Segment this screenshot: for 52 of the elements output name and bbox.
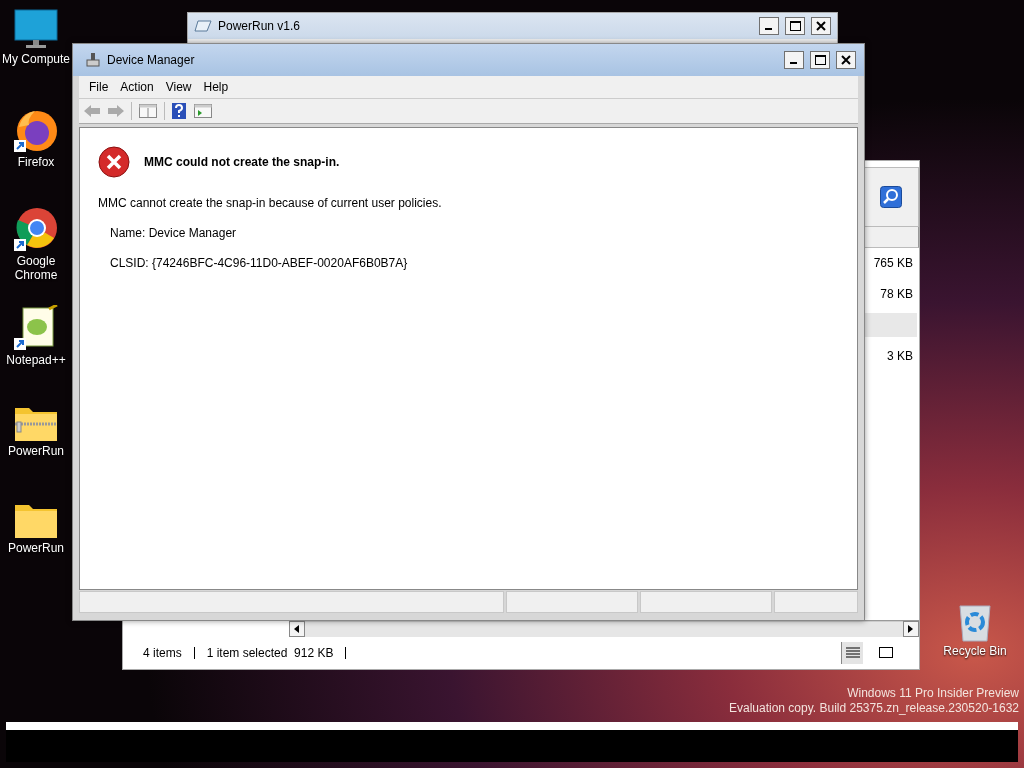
right-arrow-icon[interactable] (908, 625, 914, 633)
watermark-text: Evaluation copy. Build 25375.zn_release.230520-1632 (729, 701, 1019, 716)
window-title: PowerRun v1.6 (218, 19, 302, 33)
maximize-icon (789, 21, 801, 31)
details-view-button[interactable] (841, 642, 863, 664)
close-button[interactable] (836, 51, 856, 69)
menu-item[interactable]: View (159, 78, 198, 96)
error-icon (98, 146, 130, 178)
status-text: 4 items (143, 646, 182, 660)
menu-item[interactable]: File (83, 78, 115, 96)
desktop-icon-label[interactable]: PowerRun (8, 541, 64, 555)
desktop-icon-label[interactable]: Google Chrome (1, 254, 71, 282)
close-icon (816, 21, 826, 31)
error-detail: Name: Device Manager (110, 226, 238, 240)
close-button[interactable] (811, 17, 831, 35)
window-title: Device Manager (107, 53, 196, 67)
minimize-button[interactable] (759, 17, 779, 35)
error-detail: CLSID: {74246BFC-4C96-11D0-ABEF-0020AF6B0B7A} (110, 256, 409, 270)
desktop-icon-label[interactable]: Recycle Bin (943, 644, 1007, 658)
menu-item[interactable]: Help (197, 78, 235, 96)
minimize-button[interactable] (784, 51, 804, 69)
action-pane-icon[interactable] (193, 103, 213, 119)
size-cell[interactable]: 765 KB (865, 251, 917, 275)
menu-item[interactable]: Action (114, 78, 160, 96)
desktop-icon-label[interactable]: Firefox (17, 155, 55, 169)
app-icon (194, 20, 212, 32)
size-cell[interactable] (865, 313, 917, 337)
device-icon (85, 52, 101, 68)
desktop-icon-label[interactable]: Notepad++ (6, 353, 66, 367)
status-text: 1 item selected 912 KB (206, 646, 334, 660)
window-icon (879, 647, 893, 659)
chrome-icon[interactable] (13, 206, 59, 252)
error-message: MMC cannot create the snap-in because of current user policies. (98, 196, 443, 210)
close-icon (841, 55, 851, 65)
size-cell[interactable]: 3 KB (865, 344, 917, 368)
list-icon (845, 647, 860, 659)
maximize-icon (814, 55, 826, 65)
recycle-bin-icon[interactable] (957, 602, 993, 642)
maximize-button[interactable] (810, 51, 830, 69)
size-cell[interactable]: 78 KB (865, 282, 917, 306)
watermark-text: Windows 11 Pro Insider Preview (847, 686, 1019, 701)
help-icon[interactable] (171, 102, 187, 120)
notepad-icon[interactable] (13, 305, 59, 351)
left-arrow-icon[interactable] (294, 625, 300, 633)
maximize-button[interactable] (785, 17, 805, 35)
folder-icon[interactable] (14, 503, 58, 539)
desktop-icon-label[interactable]: PowerRun (8, 444, 64, 458)
monitor-icon (14, 8, 58, 50)
search-icon[interactable] (880, 186, 902, 208)
error-heading: MMC could not create the snap-in. (144, 155, 340, 169)
desktop-icon-label[interactable]: My Compute (2, 52, 70, 66)
console-tree-icon[interactable] (138, 103, 158, 119)
